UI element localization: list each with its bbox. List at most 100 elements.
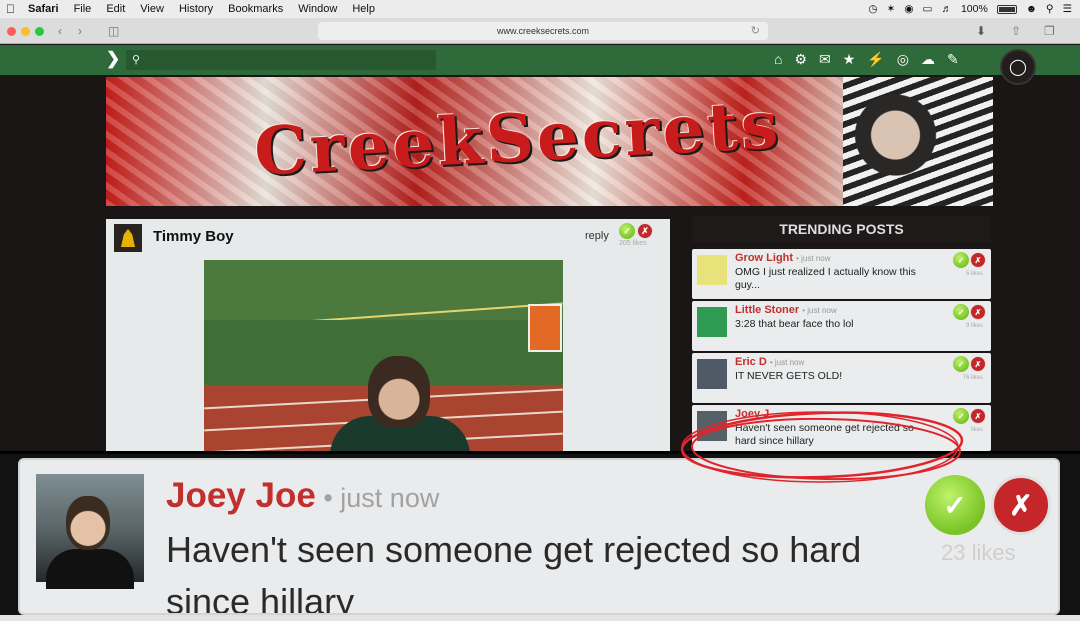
thumbs-up-icon[interactable]: ✓ bbox=[953, 304, 969, 320]
thumbs-down-icon[interactable]: ✗ bbox=[970, 356, 986, 372]
sidebar-icon[interactable]: ◫ bbox=[108, 24, 119, 38]
zoomed-comment: Joey Joe • just now Haven't seen someone… bbox=[18, 458, 1060, 615]
post-video-frame[interactable] bbox=[204, 260, 563, 451]
trend-author: Grow Light • just now bbox=[735, 252, 831, 264]
browser-toolbar: ‹ › ◫ www.creeksecrets.com ↻ ⬇ ⇧ ❐ bbox=[0, 18, 1080, 44]
trend-author: Joey J bbox=[735, 408, 769, 420]
list-item[interactable]: Eric D • just now IT NEVER GETS OLD! ✓ ✗… bbox=[692, 353, 991, 403]
trend-time-text: just now bbox=[774, 358, 805, 367]
cloud-icon[interactable]: ☁ bbox=[921, 51, 935, 68]
avatar[interactable] bbox=[114, 224, 142, 252]
apple-icon[interactable]:  bbox=[6, 2, 20, 16]
trend-author-name[interactable]: Grow Light bbox=[735, 252, 793, 264]
home-icon[interactable]: ⌂ bbox=[774, 51, 782, 68]
person-head bbox=[368, 356, 430, 428]
mac-menu-bar:  Safari File Edit View History Bookmark… bbox=[0, 0, 1080, 18]
globe-icon[interactable]: ◎ bbox=[897, 51, 909, 68]
list-item[interactable]: Little Stoner • just now 3:28 that bear … bbox=[692, 301, 991, 351]
person-head bbox=[66, 496, 110, 550]
avatar bbox=[697, 359, 727, 389]
thumbs-up-icon[interactable]: ✓ bbox=[953, 356, 969, 372]
comment-likes: 23 likes bbox=[941, 540, 1016, 565]
pencil-icon[interactable]: ✎ bbox=[947, 51, 959, 68]
person-body bbox=[46, 549, 134, 589]
site-navbar: ❯ ⚲ ⌂ ⚙ ✉ ★ ⚡ ◎ ☁ ✎ bbox=[0, 45, 1080, 75]
thumbs-down-icon[interactable]: ✗ bbox=[991, 475, 1051, 535]
downloads-icon[interactable]: ⬇ bbox=[976, 24, 986, 38]
menu-bookmarks[interactable]: Bookmarks bbox=[228, 3, 283, 15]
search-icon: ⚲ bbox=[132, 54, 141, 66]
trend-votes: ✓ ✗ bbox=[953, 304, 986, 320]
tabs-icon[interactable]: ❐ bbox=[1044, 24, 1055, 38]
bolt-icon[interactable]: ⚡ bbox=[867, 51, 884, 68]
site-banner: CreekSecrets bbox=[106, 77, 993, 206]
comment-author-name[interactable]: Joey Joe bbox=[166, 476, 316, 515]
address-bar[interactable]: www.creeksecrets.com ↻ bbox=[318, 22, 768, 40]
reload-icon[interactable]: ↻ bbox=[751, 24, 760, 37]
trend-likes: 76 likes bbox=[962, 375, 983, 381]
volume-icon[interactable]: ♬ bbox=[941, 3, 952, 15]
list-item[interactable]: Joey J Haven't seen someone get rejected… bbox=[692, 405, 991, 451]
profile-button[interactable]: ◯ bbox=[1000, 49, 1036, 85]
url-text: www.creeksecrets.com bbox=[496, 26, 590, 36]
trend-votes: ✓ ✗ bbox=[953, 252, 986, 268]
trending-posts-header: TRENDING POSTS bbox=[692, 216, 991, 242]
close-window-button[interactable] bbox=[7, 27, 16, 36]
post-author[interactable]: Timmy Boy bbox=[153, 228, 234, 245]
site-search-input[interactable]: ⚲ bbox=[126, 50, 436, 70]
list-icon[interactable]: ☰ bbox=[1063, 3, 1072, 15]
post-vote-buttons: ✓ ✗ bbox=[619, 223, 653, 239]
menu-app-name[interactable]: Safari bbox=[28, 3, 59, 15]
menu-help[interactable]: Help bbox=[352, 3, 375, 15]
user-icon[interactable]: ☻ bbox=[1026, 3, 1037, 15]
comment-author: Joey Joe • just now bbox=[166, 476, 439, 516]
avatar[interactable] bbox=[36, 474, 144, 589]
thumbs-up-icon[interactable]: ✓ bbox=[925, 475, 985, 535]
thumbs-up-icon[interactable]: ✓ bbox=[953, 408, 969, 424]
chevron-right-icon[interactable]: ❯ bbox=[106, 49, 120, 69]
back-icon[interactable]: ‹ bbox=[58, 24, 62, 38]
mail-icon[interactable]: ✉ bbox=[819, 51, 831, 68]
minimize-window-button[interactable] bbox=[21, 27, 30, 36]
trend-time-text: just now bbox=[801, 254, 831, 263]
thumbs-up-icon[interactable]: ✓ bbox=[619, 223, 635, 239]
wifi-icon[interactable]: ◉ bbox=[904, 3, 913, 15]
cooler bbox=[528, 304, 562, 352]
thumbs-down-icon[interactable]: ✗ bbox=[970, 408, 986, 424]
avatar bbox=[697, 255, 727, 285]
trend-author-name[interactable]: Little Stoner bbox=[735, 304, 799, 316]
menu-view[interactable]: View bbox=[140, 3, 164, 15]
menu-edit[interactable]: Edit bbox=[106, 3, 125, 15]
comment-separator: • bbox=[315, 483, 341, 513]
menu-history[interactable]: History bbox=[179, 3, 213, 15]
trend-time: • just now bbox=[796, 254, 831, 263]
zoom-window-button[interactable] bbox=[35, 27, 44, 36]
trend-author-name[interactable]: Eric D bbox=[735, 356, 767, 368]
trend-text: IT NEVER GETS OLD! bbox=[735, 370, 843, 382]
menu-window[interactable]: Window bbox=[298, 3, 337, 15]
gear-icon[interactable]: ⚙ bbox=[794, 51, 807, 68]
reply-link[interactable]: reply bbox=[585, 230, 609, 242]
timemachine-icon[interactable]: ◷ bbox=[868, 3, 877, 15]
thumbs-up-icon[interactable]: ✓ bbox=[953, 252, 969, 268]
thumbs-down-icon[interactable]: ✗ bbox=[970, 304, 986, 320]
thumbs-down-icon[interactable]: ✗ bbox=[970, 252, 986, 268]
star-icon[interactable]: ★ bbox=[843, 51, 856, 68]
post-likes-count: 205 likes bbox=[619, 240, 647, 247]
trend-author-name[interactable]: Joey J bbox=[735, 408, 769, 420]
avatar bbox=[697, 307, 727, 337]
share-icon[interactable]: ⇧ bbox=[1011, 24, 1021, 38]
battery-icon[interactable] bbox=[996, 4, 1017, 14]
field bbox=[204, 260, 563, 320]
airplay-icon[interactable]: ▭ bbox=[923, 3, 933, 15]
battery-percent: 100% bbox=[960, 3, 988, 15]
list-item[interactable]: Grow Light • just now OMG I just realize… bbox=[692, 249, 991, 299]
bluetooth-icon[interactable]: ✶ bbox=[887, 3, 896, 15]
thumbs-down-icon[interactable]: ✗ bbox=[637, 223, 653, 239]
post-card: Timmy Boy reply ✓ ✗ 205 likes bbox=[106, 219, 670, 451]
trend-votes: ✓ ✗ bbox=[953, 356, 986, 372]
forward-icon[interactable]: › bbox=[78, 24, 82, 38]
trend-likes: 9 likes bbox=[965, 323, 983, 329]
search-icon[interactable]: ⚲ bbox=[1046, 3, 1054, 15]
menu-file[interactable]: File bbox=[74, 3, 92, 15]
